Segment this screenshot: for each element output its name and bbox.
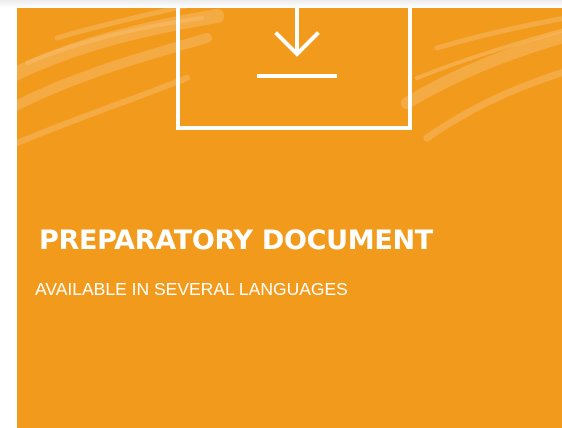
preparatory-document-card[interactable]: PREPARATORY DOCUMENT AVAILABLE IN SEVERA…	[17, 8, 562, 428]
card-subtitle: AVAILABLE IN SEVERAL LANGUAGES	[35, 279, 348, 299]
download-icon	[257, 8, 337, 78]
page: PREPARATORY DOCUMENT AVAILABLE IN SEVERA…	[0, 0, 562, 428]
card-title: PREPARATORY DOCUMENT	[39, 225, 433, 256]
top-shadow	[0, 0, 562, 8]
download-button[interactable]	[176, 8, 412, 130]
